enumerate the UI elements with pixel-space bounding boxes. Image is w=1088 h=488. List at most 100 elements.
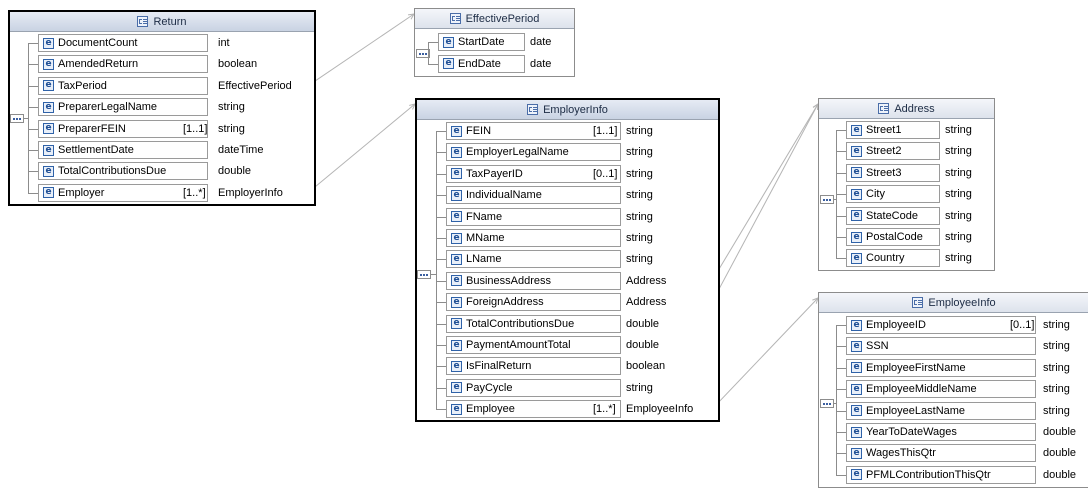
element-icon: e (851, 252, 862, 264)
element-icon: e (443, 58, 454, 69)
element-icon: e (851, 447, 862, 459)
element-type: string (945, 209, 972, 222)
tree-branch (836, 215, 846, 217)
box-title: Return (153, 15, 187, 28)
element-row[interactable]: e DocumentCount (38, 34, 208, 52)
element-name: SSN (866, 340, 889, 353)
element-name: PreparerLegalName (58, 101, 158, 114)
element-icon: e (43, 123, 54, 135)
box-header-return[interactable]: Return (10, 12, 314, 32)
element-name: EmployeeFirstName (866, 361, 966, 374)
element-row[interactable]: e TaxPeriod (38, 76, 208, 95)
element-row[interactable]: e SSN (846, 337, 1036, 356)
element-row[interactable]: e SettlementDate (38, 141, 208, 159)
element-row[interactable]: e PayCycle (446, 378, 621, 397)
element-row[interactable]: e BusinessAddress (446, 271, 621, 290)
element-name: EmployeeLastName (866, 404, 966, 417)
sequence-icon[interactable] (820, 399, 834, 408)
element-row[interactable]: e AmendedReturn (38, 55, 208, 74)
element-row[interactable]: e LName (446, 250, 621, 269)
element-row[interactable]: e EmployeeID (846, 316, 1036, 334)
element-name: FName (466, 210, 503, 223)
element-name: Employer (58, 186, 105, 199)
element-row[interactable]: e MName (446, 229, 621, 247)
element-row[interactable]: e StartDate (438, 33, 525, 51)
element-cardinality: [1..*] (183, 186, 206, 199)
element-type: string (1043, 340, 1070, 353)
element-row[interactable]: e PFMLContributionThisQtr (846, 465, 1036, 484)
tree-branch (836, 237, 846, 238)
element-row[interactable]: e Street3 (846, 163, 940, 182)
tree-branch (436, 323, 446, 325)
connector-return-employerinfo (307, 103, 416, 194)
element-cardinality: [0..1] (1010, 319, 1035, 331)
element-row[interactable]: e Country (846, 249, 940, 268)
complex-type-icon (449, 13, 461, 24)
element-type: string (1043, 319, 1070, 331)
element-type: double (218, 165, 252, 178)
tree-branch (436, 259, 446, 261)
element-row[interactable]: e EmployeeFirstName (846, 358, 1036, 377)
element-row[interactable]: e IsFinalReturn (446, 357, 621, 376)
element-icon: e (451, 403, 462, 415)
element-type: Address (626, 296, 667, 309)
box-header-employeeinfo[interactable]: EmployeeInfo (819, 293, 1088, 313)
element-icon: e (451, 211, 462, 223)
element-type: string (1043, 383, 1070, 396)
element-row[interactable]: e EmployerLegalName (446, 143, 621, 162)
element-icon: e (851, 124, 862, 136)
element-type: double (1043, 468, 1077, 481)
element-row[interactable]: e EmployeeLastName (846, 401, 1036, 420)
element-cardinality: [1..*] (593, 403, 616, 416)
element-type: dateTime (218, 144, 264, 156)
element-row[interactable]: e FName (446, 207, 621, 226)
element-type: double (1043, 426, 1077, 438)
element-icon: e (43, 165, 54, 177)
tree-branch (836, 194, 846, 196)
element-row[interactable]: e StateCode (846, 206, 940, 225)
element-type: string (626, 125, 653, 137)
element-type: string (945, 166, 972, 179)
tree-branch (836, 346, 846, 348)
element-type: string (626, 253, 653, 266)
element-row[interactable]: e WagesThisQtr (846, 444, 1036, 463)
tree-branch (428, 63, 438, 65)
element-name: PreparerFEIN (58, 122, 126, 135)
element-icon: e (443, 36, 454, 48)
element-icon: e (43, 37, 54, 49)
element-row[interactable]: e ForeignAddress (446, 293, 621, 312)
tree-branch (436, 280, 446, 282)
element-row[interactable]: e EmployeeMiddleName (846, 380, 1036, 399)
element-icon: e (851, 405, 862, 417)
element-row[interactable]: e PreparerLegalName (38, 98, 208, 117)
element-row[interactable]: e IndividualName (446, 186, 621, 205)
element-row[interactable]: e TotalContributionsDue (446, 314, 621, 333)
sequence-icon[interactable] (417, 270, 431, 279)
element-name: IsFinalReturn (466, 360, 532, 373)
element-icon: e (851, 167, 862, 179)
element-row[interactable]: e City (846, 185, 940, 204)
tree-branch (436, 345, 446, 346)
box-header-employerinfo[interactable]: EmployerInfo (417, 100, 718, 120)
box-header-effectiveperiod[interactable]: EffectivePeriod (415, 9, 574, 29)
element-row[interactable]: e PostalCode (846, 228, 940, 246)
element-icon: e (851, 188, 862, 200)
element-row[interactable]: e Street2 (846, 142, 940, 161)
sequence-icon[interactable] (820, 195, 834, 204)
element-row[interactable]: e EndDate (438, 54, 525, 73)
element-cardinality: [0..1] (593, 167, 618, 180)
element-row[interactable]: e Street1 (846, 121, 940, 139)
sequence-icon[interactable] (10, 114, 24, 123)
tree-branch (436, 409, 446, 411)
element-icon: e (851, 469, 862, 481)
element-icon: e (451, 360, 462, 372)
element-row[interactable]: e PaymentAmountTotal (446, 336, 621, 354)
tree-branch (28, 150, 38, 151)
element-row[interactable]: e YearToDateWages (846, 423, 1036, 441)
element-row[interactable]: e TotalContributionsDue (38, 162, 208, 181)
element-icon: e (451, 296, 462, 308)
element-type: double (626, 339, 660, 351)
box-header-address[interactable]: Address (819, 99, 994, 119)
connector-employerinfo-address (711, 103, 819, 282)
tree-branch (836, 410, 846, 412)
